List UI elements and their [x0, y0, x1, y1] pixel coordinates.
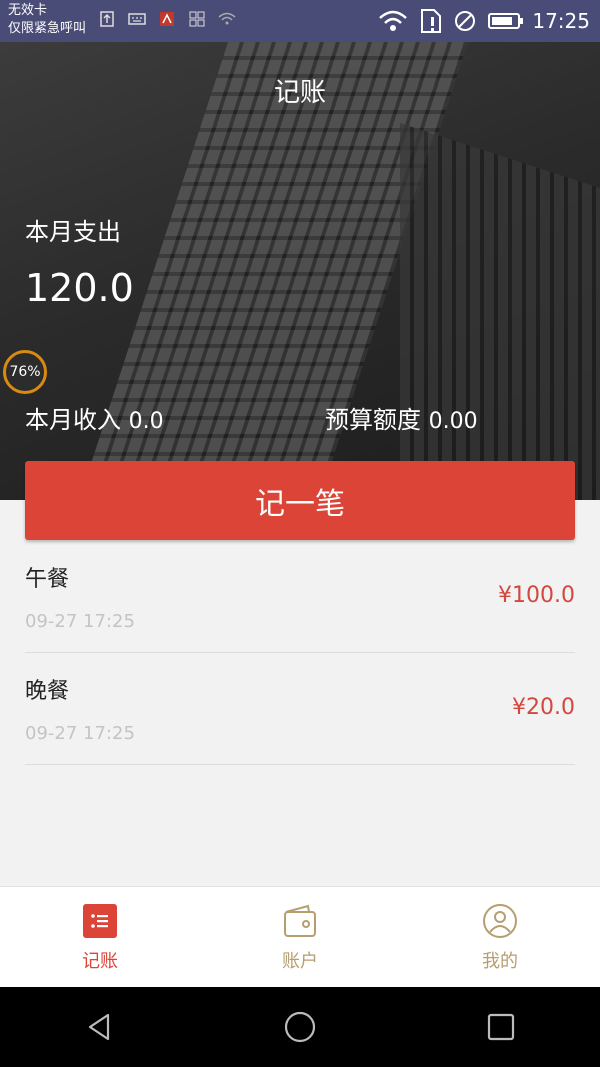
- tab-label: 账户: [282, 951, 318, 972]
- sim-alert-icon: [421, 9, 442, 33]
- list-icon: [82, 903, 118, 939]
- budget[interactable]: 预算额度 0.00: [325, 400, 478, 435]
- upload-icon: [98, 10, 116, 28]
- tab-mine[interactable]: 我的: [400, 887, 600, 988]
- month-income: 本月收入 0.0: [25, 400, 164, 435]
- carrier-line2: 仅限紧急呼叫: [8, 21, 87, 36]
- month-income-label: 本月收入: [25, 406, 121, 434]
- bottom-tab-bar: 记账 账户 我的: [0, 886, 600, 988]
- add-record-button[interactable]: 记一笔: [25, 461, 575, 540]
- keyboard-icon: [128, 10, 146, 28]
- building-background-side: [400, 123, 600, 500]
- list-item[interactable]: 午餐 09-27 17:25 ¥100.0: [25, 541, 575, 653]
- tab-bookkeeping[interactable]: 记账: [0, 887, 200, 988]
- page-title: 记账: [273, 78, 326, 108]
- back-icon[interactable]: [84, 1012, 114, 1042]
- tab-account[interactable]: 账户: [200, 887, 400, 988]
- battery-icon: [488, 13, 524, 29]
- grid-icon: [188, 10, 206, 28]
- carrier-line1: 无效卡: [8, 3, 48, 18]
- system-status: 17:25: [378, 8, 590, 34]
- wallet-icon: [282, 903, 318, 939]
- record-time: 09-27 17:25: [25, 611, 135, 632]
- summary-header: 记账 本月支出 120.0 76% 本月收入 0.0 预算额度 0.00: [0, 42, 600, 500]
- clock: 17:25: [532, 9, 590, 33]
- system-navigation-bar: [0, 987, 600, 1067]
- record-name: 晚餐: [25, 679, 70, 704]
- home-icon[interactable]: [283, 1010, 317, 1044]
- record-list: 午餐 09-27 17:25 ¥100.0 晚餐 09-27 17:25 ¥20…: [25, 541, 575, 765]
- record-amount: ¥20.0: [512, 695, 575, 720]
- budget-value: 0.00: [428, 409, 478, 434]
- month-expense-value: 120.0: [25, 266, 134, 310]
- wifi-icon: [379, 10, 408, 31]
- list-item[interactable]: 晚餐 09-27 17:25 ¥20.0: [25, 653, 575, 765]
- month-income-value: 0.0: [128, 409, 164, 434]
- record-time: 09-27 17:25: [25, 723, 135, 744]
- do-not-disturb-icon: [455, 11, 476, 31]
- app-notification-icon: [158, 10, 176, 28]
- month-expense-label: 本月支出: [25, 218, 121, 246]
- status-bar: 无效卡 仅限紧急呼叫 17:25: [0, 0, 600, 42]
- budget-label: 预算额度: [325, 406, 421, 434]
- floating-percent-badge[interactable]: 76%: [3, 350, 47, 394]
- record-name: 午餐: [25, 567, 70, 592]
- notification-icons: [98, 10, 236, 28]
- wifi-small-icon: [218, 10, 236, 28]
- recent-apps-icon[interactable]: [486, 1012, 516, 1042]
- record-amount: ¥100.0: [498, 583, 575, 608]
- tab-label: 我的: [482, 951, 518, 972]
- user-icon: [482, 903, 518, 939]
- carrier-info: 无效卡 仅限紧急呼叫: [8, 2, 86, 38]
- tab-label: 记账: [82, 951, 118, 972]
